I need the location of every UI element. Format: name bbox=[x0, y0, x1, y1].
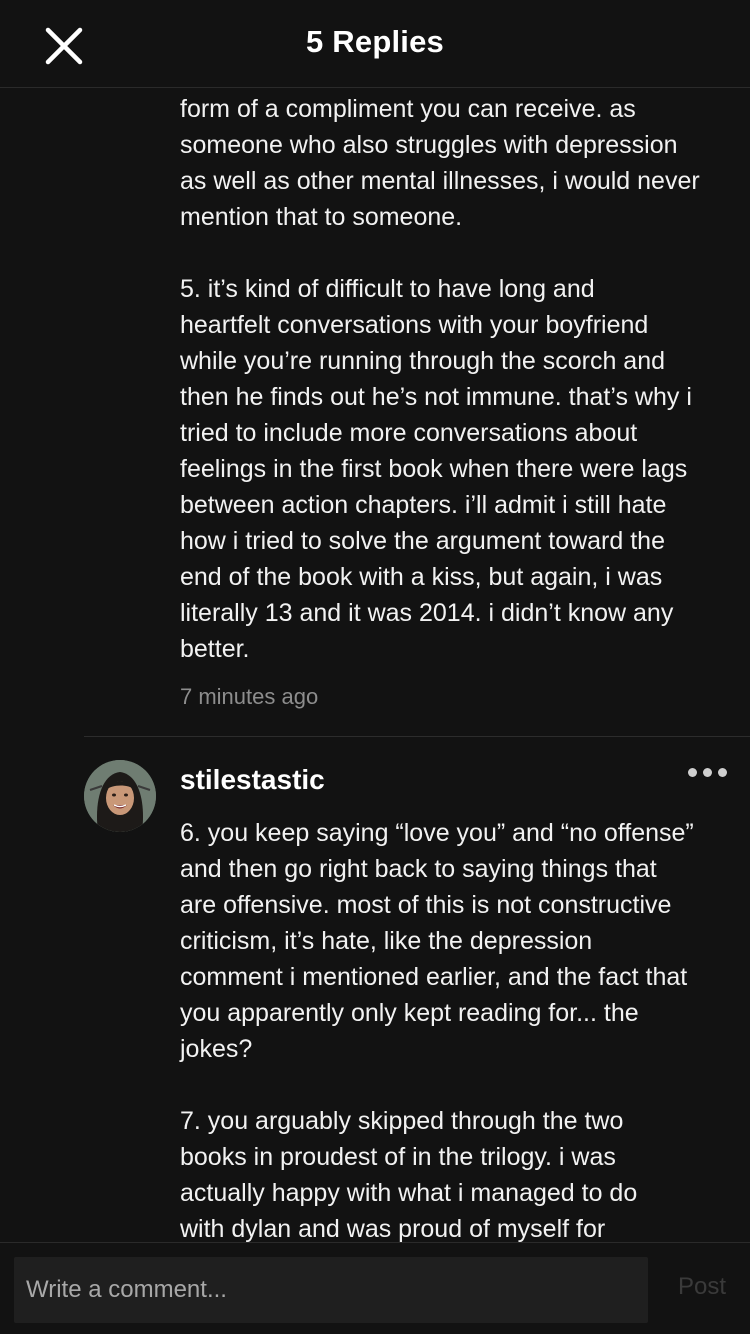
replies-list[interactable]: form of a compliment you can receive. as… bbox=[0, 88, 750, 1242]
reply-body: form of a compliment you can receive. as… bbox=[180, 95, 700, 663]
post-button[interactable]: Post bbox=[664, 1273, 740, 1301]
avatar-photo bbox=[84, 760, 156, 832]
user-avatar[interactable] bbox=[84, 760, 156, 832]
more-options-icon-dot bbox=[703, 768, 712, 777]
comment-input[interactable] bbox=[14, 1257, 648, 1323]
more-options-icon-dot bbox=[718, 768, 727, 777]
comment-bar: Post bbox=[0, 1242, 750, 1334]
reply-divider bbox=[84, 736, 750, 737]
more-options-icon bbox=[688, 768, 697, 777]
more-options-button[interactable] bbox=[688, 762, 728, 782]
reply-username[interactable]: stilestastic bbox=[180, 764, 325, 796]
reply-timestamp: 7 minutes ago bbox=[180, 684, 319, 709]
top-bar: 5 Replies bbox=[0, 0, 750, 88]
reply-body: 6. you keep saying “love you” and “no of… bbox=[180, 819, 694, 1242]
page-title: 5 Replies bbox=[306, 24, 444, 59]
